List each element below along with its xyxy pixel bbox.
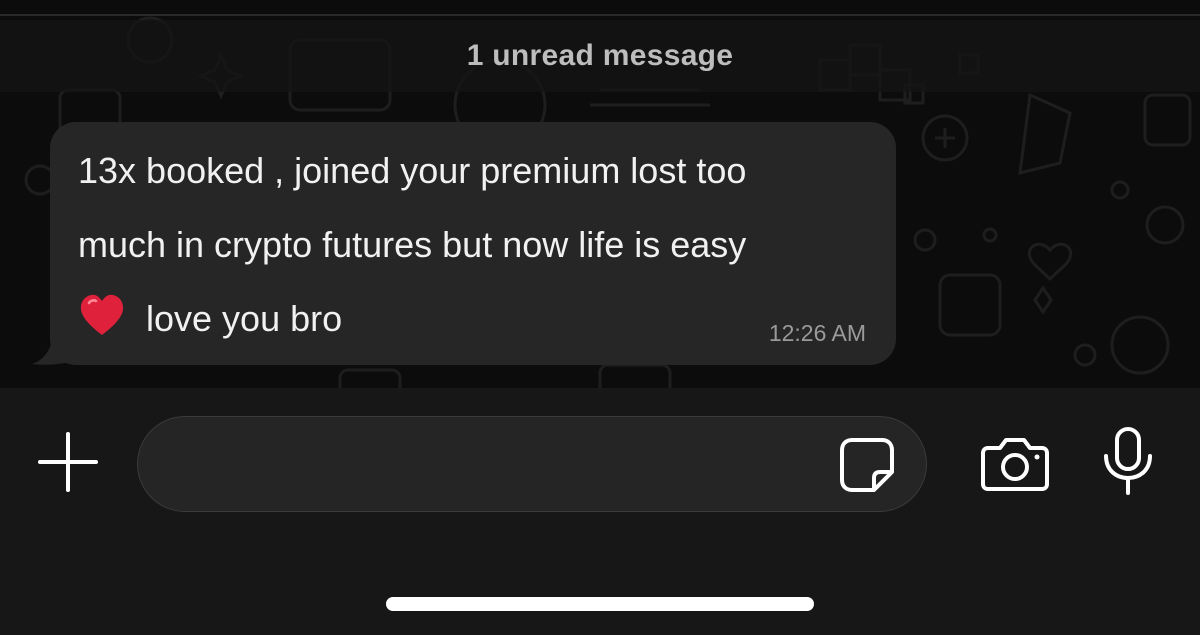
message-line-3: love you bro xyxy=(146,298,343,339)
message-line-1: 13x booked , joined your premium lost to… xyxy=(78,150,747,191)
home-indicator[interactable] xyxy=(386,597,814,611)
incoming-message-bubble[interactable]: 13x booked , joined your premium lost to… xyxy=(50,122,896,365)
message-line-2: much in crypto futures but now life is e… xyxy=(78,224,747,265)
message-timestamp: 12:26 AM xyxy=(768,320,866,346)
camera-icon[interactable] xyxy=(980,434,1050,492)
top-divider xyxy=(0,14,1200,16)
sticker-icon[interactable] xyxy=(838,436,896,494)
message-input[interactable] xyxy=(137,416,927,512)
unread-label: 1 unread message xyxy=(466,39,734,72)
chat-area: 1 unread message 13x booked , joined you… xyxy=(0,0,1200,388)
plus-icon[interactable] xyxy=(38,432,98,492)
red-heart-emoji xyxy=(80,294,124,335)
microphone-icon[interactable] xyxy=(1100,426,1156,496)
unread-messages-banner: 1 unread message xyxy=(0,20,1200,92)
